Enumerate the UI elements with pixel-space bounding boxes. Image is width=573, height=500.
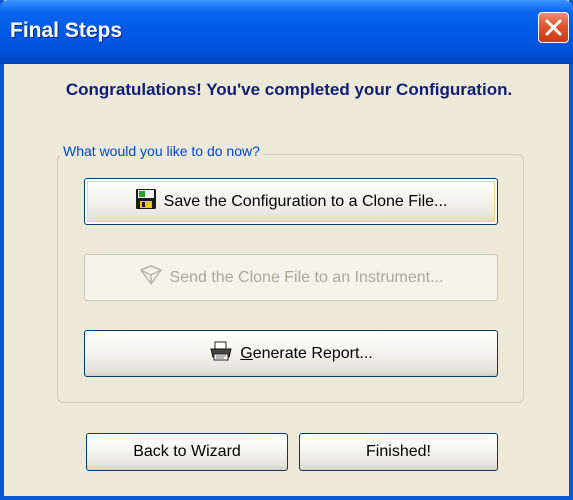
generate-report-button[interactable]: Generate Report... xyxy=(84,330,498,377)
back-to-wizard-label: Back to Wizard xyxy=(133,443,241,460)
group-legend: What would you like to do now? xyxy=(60,143,263,159)
close-icon xyxy=(545,19,562,36)
close-button[interactable] xyxy=(538,12,569,43)
printer-icon xyxy=(209,340,233,367)
send-to-instrument-label: Send the Clone File to an Instrument... xyxy=(169,268,444,286)
congratulations-heading: Congratulations! You've completed your C… xyxy=(65,80,513,99)
send-arrow-icon xyxy=(139,264,163,291)
generate-report-label: Generate Report... xyxy=(240,345,373,363)
back-to-wizard-button[interactable]: Back to Wizard xyxy=(86,433,288,471)
finished-button[interactable]: Finished! xyxy=(299,433,498,471)
finished-label: Finished! xyxy=(366,443,431,460)
generate-report-mnemonic: G xyxy=(240,344,253,362)
title-bar[interactable]: Final Steps xyxy=(0,0,573,64)
floppy-disk-icon xyxy=(135,188,157,215)
generate-report-label-rest: enerate Report... xyxy=(252,344,373,362)
send-to-instrument-button[interactable]: Send the Clone File to an Instrument... xyxy=(84,254,498,301)
save-clone-file-button[interactable]: Save the Configuration to a Clone File..… xyxy=(84,178,498,225)
save-clone-file-label: Save the Configuration to a Clone File..… xyxy=(163,192,448,210)
window-title: Final Steps xyxy=(10,19,123,42)
